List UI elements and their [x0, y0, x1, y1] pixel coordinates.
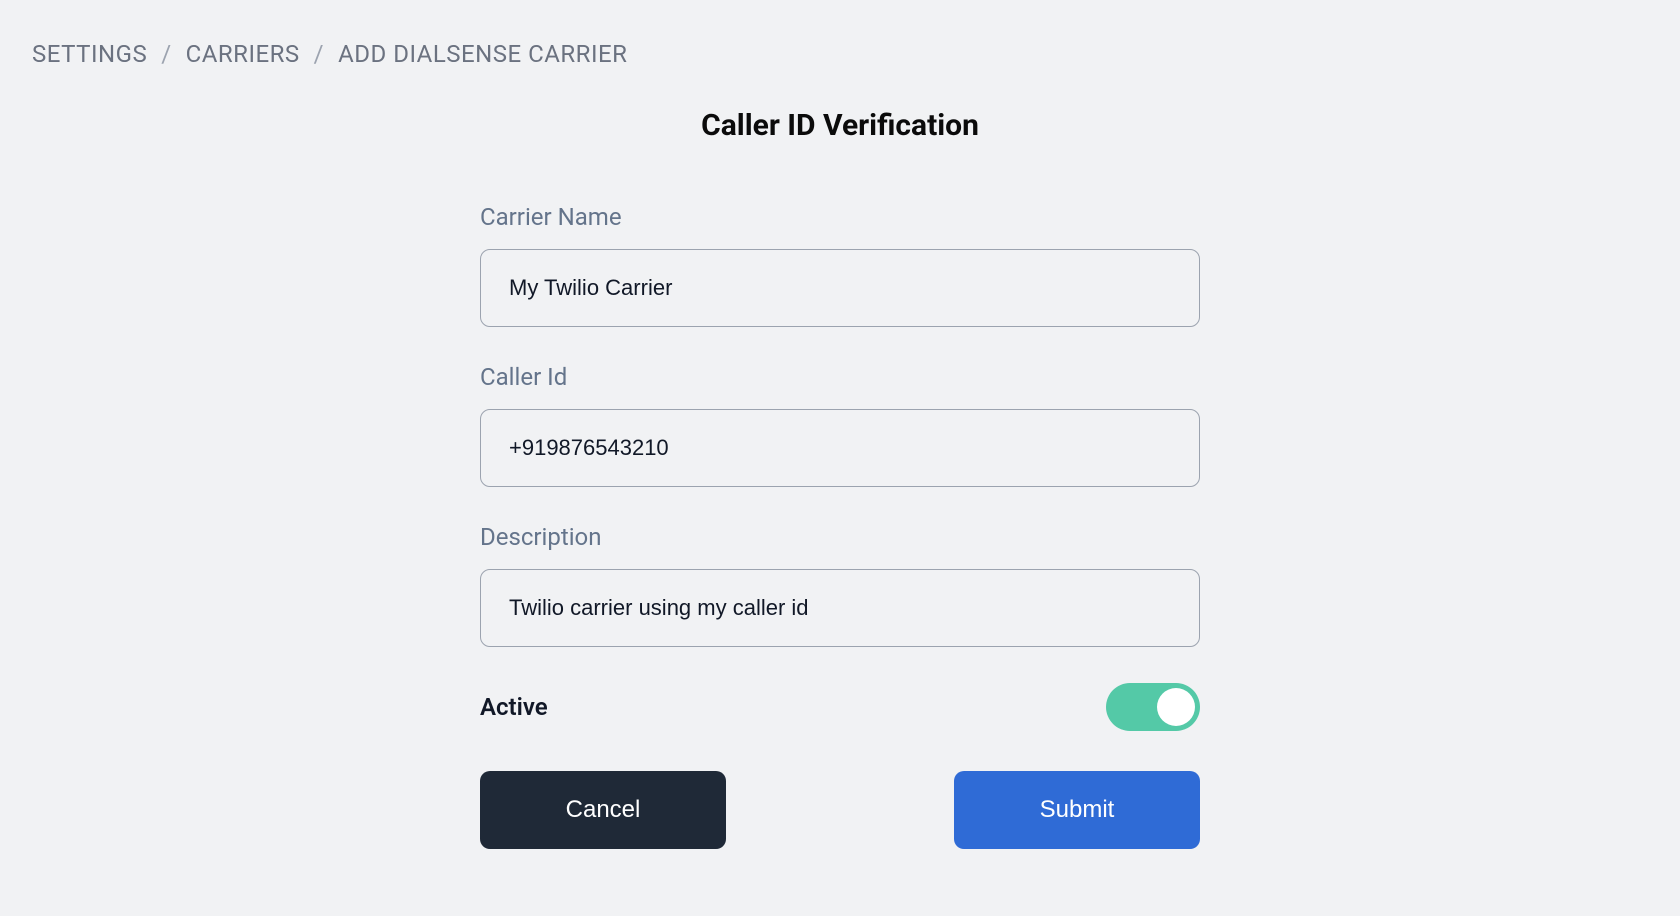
field-description: Description: [480, 523, 1200, 647]
button-row: Cancel Submit: [480, 771, 1200, 849]
description-input[interactable]: [480, 569, 1200, 647]
field-carrier-name: Carrier Name: [480, 203, 1200, 327]
carrier-name-input[interactable]: [480, 249, 1200, 327]
submit-button[interactable]: Submit: [954, 771, 1200, 849]
breadcrumb-item-settings[interactable]: SETTINGS: [32, 40, 147, 68]
field-active: Active: [480, 683, 1200, 731]
carrier-name-label: Carrier Name: [480, 203, 1200, 231]
active-label: Active: [480, 693, 548, 721]
caller-id-input[interactable]: [480, 409, 1200, 487]
page-container: SETTINGS / CARRIERS / ADD DIALSENSE CARR…: [0, 0, 1680, 889]
field-caller-id: Caller Id: [480, 363, 1200, 487]
description-label: Description: [480, 523, 1200, 551]
cancel-button[interactable]: Cancel: [480, 771, 726, 849]
active-toggle[interactable]: [1106, 683, 1200, 731]
breadcrumb: SETTINGS / CARRIERS / ADD DIALSENSE CARR…: [32, 40, 1648, 68]
toggle-knob: [1157, 688, 1195, 726]
breadcrumb-item-add-carrier[interactable]: ADD DIALSENSE CARRIER: [338, 40, 627, 68]
breadcrumb-separator: /: [314, 40, 324, 68]
page-title: Caller ID Verification: [32, 108, 1648, 143]
form: Carrier Name Caller Id Description Activ…: [480, 203, 1200, 849]
breadcrumb-item-carriers[interactable]: CARRIERS: [186, 40, 300, 68]
breadcrumb-separator: /: [161, 40, 171, 68]
caller-id-label: Caller Id: [480, 363, 1200, 391]
